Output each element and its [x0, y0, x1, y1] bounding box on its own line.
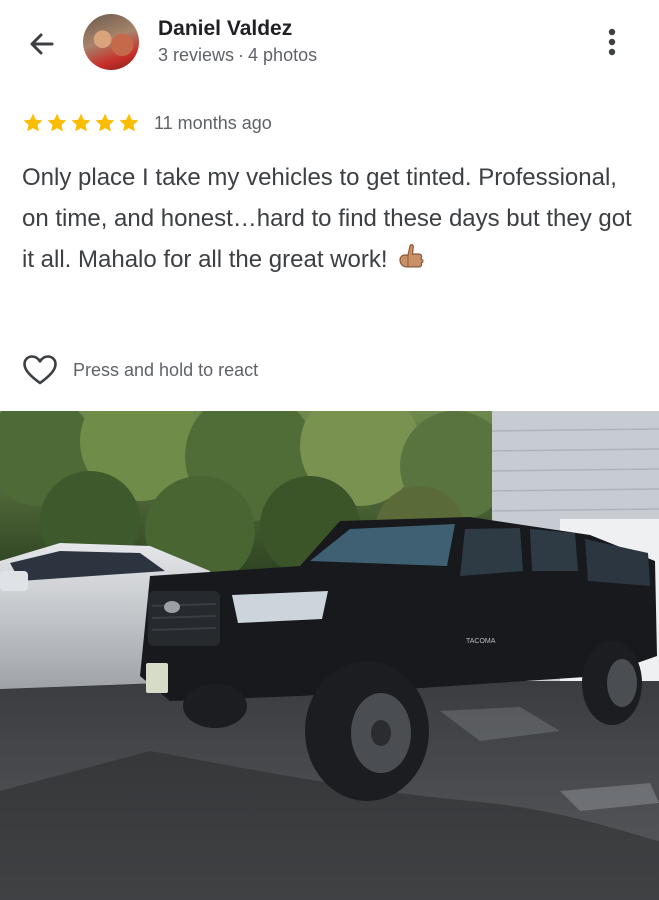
review-header: Daniel Valdez 3 reviews · 4 photos: [0, 0, 659, 90]
truck-badge: TACOMA: [466, 638, 496, 645]
call-me-hand-emoji-icon: [398, 244, 424, 268]
star-icon: [71, 113, 91, 132]
heart-icon: [23, 355, 57, 385]
star-icon: [47, 113, 67, 132]
truck-photo: TACOMA: [0, 411, 659, 900]
avatar[interactable]: [83, 14, 139, 70]
react-label: Press and hold to react: [73, 359, 259, 380]
review-photo[interactable]: TACOMA: [0, 411, 659, 900]
meta-separator: ·: [238, 45, 245, 65]
react-button[interactable]: Press and hold to react: [22, 352, 258, 388]
review-body: Only place I take my vehicles to get tin…: [22, 157, 632, 280]
review-count: 3 reviews: [158, 45, 235, 65]
more-options-icon[interactable]: [598, 24, 626, 60]
star-rating: [22, 112, 140, 134]
star-icon: [95, 113, 115, 132]
reviewer-name[interactable]: Daniel Valdez: [158, 17, 292, 41]
star-icon: [23, 113, 43, 132]
back-arrow-icon[interactable]: [22, 24, 62, 64]
star-icon: [119, 113, 139, 132]
rating-row: 11 months ago: [22, 108, 272, 138]
review-text: Only place I take my vehicles to get tin…: [22, 164, 632, 273]
reviewer-stats: 3 reviews · 4 photos: [158, 45, 317, 66]
review-time: 11 months ago: [154, 112, 272, 133]
photo-count: 4 photos: [248, 45, 318, 65]
